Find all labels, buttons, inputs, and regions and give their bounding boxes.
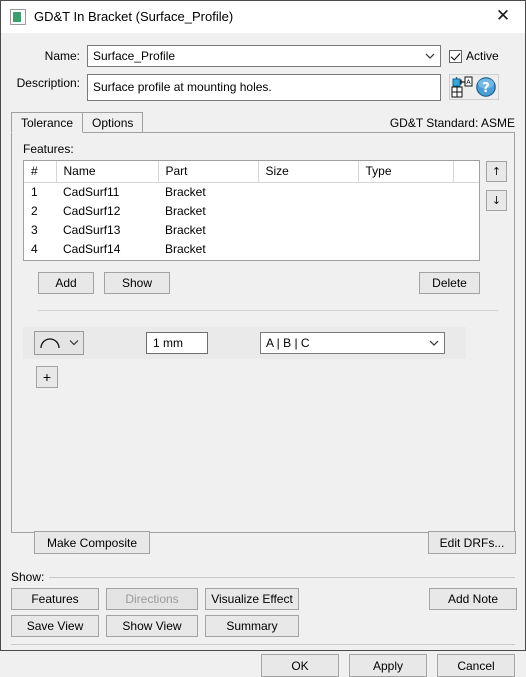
cell-size: [258, 182, 358, 202]
show-features-button[interactable]: Features: [11, 588, 99, 610]
cell-end: [453, 201, 479, 221]
name-combobox[interactable]: Surface_Profile: [87, 45, 441, 67]
cell-end: [453, 239, 479, 259]
description-row: Description: Surface profile at mounting…: [1, 73, 525, 101]
features-table[interactable]: # Name Part Size Type 1 CadSurf11 Bracke…: [23, 160, 480, 261]
cell-part: Bracket: [158, 220, 258, 240]
footer-divider: [11, 644, 515, 645]
cell-part: Bracket: [158, 239, 258, 259]
add-note-button[interactable]: Add Note: [429, 588, 517, 610]
surface-profile-symbol-icon: [39, 336, 61, 350]
table-header-row: # Name Part Size Type: [24, 161, 479, 183]
cell-num: 3: [24, 220, 56, 240]
chevron-down-icon: [69, 336, 79, 350]
cell-part: Bracket: [158, 201, 258, 221]
tab-tolerance[interactable]: Tolerance: [11, 112, 84, 133]
datum-reference-combobox[interactable]: A | B | C: [260, 332, 445, 354]
tolerance-symbol-combobox[interactable]: [34, 331, 84, 355]
gdt-standard-label: GD&T Standard: ASME: [389, 116, 515, 130]
cell-end: [453, 220, 479, 240]
gdt-symbol-picker-icon[interactable]: A: [451, 76, 473, 98]
cell-size: [258, 239, 358, 259]
cell-type: [358, 182, 453, 202]
cell-type: [358, 201, 453, 221]
show-group-buttons: Features Directions Visualize Effect Add…: [11, 588, 517, 644]
cancel-button[interactable]: Cancel: [437, 654, 515, 677]
show-view-button[interactable]: Show View: [106, 615, 198, 637]
cell-type: [358, 239, 453, 259]
column-header-end: [453, 161, 479, 183]
tab-options[interactable]: Options: [82, 112, 144, 133]
cell-size: [258, 220, 358, 240]
datum-reference-value: A | B | C: [266, 336, 310, 350]
window-title: GD&T In Bracket (Surface_Profile): [34, 9, 234, 24]
column-header-type: Type: [358, 161, 454, 183]
gdt-window-icon: [10, 8, 26, 25]
cell-name: CadSurf11: [56, 182, 158, 202]
add-feature-button[interactable]: Add: [38, 272, 94, 294]
features-section-label: Features:: [23, 142, 74, 156]
column-header-part: Part: [158, 161, 259, 183]
cell-end: [453, 182, 479, 202]
add-tolerance-row-button[interactable]: +: [36, 366, 58, 388]
chevron-down-icon: [425, 51, 435, 60]
summary-button[interactable]: Summary: [205, 615, 299, 637]
svg-text:A: A: [466, 78, 471, 86]
table-row[interactable]: 3 CadSurf13 Bracket: [24, 220, 479, 240]
cell-size: [258, 201, 358, 221]
table-row[interactable]: 1 CadSurf11 Bracket: [24, 182, 479, 202]
column-header-num: #: [24, 161, 57, 183]
description-input[interactable]: Surface profile at mounting holes.: [87, 73, 441, 101]
table-row[interactable]: 4 CadSurf14 Bracket: [24, 239, 479, 259]
cell-type: [358, 220, 453, 240]
delete-feature-button[interactable]: Delete: [419, 272, 480, 294]
cell-num: 4: [24, 239, 56, 259]
reorder-buttons: ↑ ↓: [486, 161, 507, 219]
move-up-button[interactable]: ↑: [486, 161, 507, 182]
move-down-button[interactable]: ↓: [486, 190, 507, 211]
table-row[interactable]: 2 CadSurf12 Bracket: [24, 201, 479, 221]
show-group-header: Show:: [11, 570, 515, 584]
show-group-title: Show:: [11, 570, 45, 584]
cell-name: CadSurf14: [56, 239, 158, 259]
show-group-rule: [49, 576, 515, 578]
save-view-button[interactable]: Save View: [11, 615, 99, 637]
visualize-effect-button[interactable]: Visualize Effect: [205, 588, 299, 610]
gdt-dialog-window: GD&T In Bracket (Surface_Profile) ✕ Name…: [0, 0, 526, 677]
cell-name: CadSurf13: [56, 220, 158, 240]
svg-text:?: ?: [482, 81, 490, 96]
tolerance-row: 1 mm A | B | C: [23, 327, 466, 359]
edit-drfs-button[interactable]: Edit DRFs...: [428, 531, 516, 554]
apply-button[interactable]: Apply: [349, 654, 427, 677]
cell-name: CadSurf12: [56, 201, 158, 221]
cell-num: 1: [24, 182, 56, 202]
name-label: Name:: [44, 49, 80, 63]
name-combobox-value: Surface_Profile: [93, 49, 176, 63]
show-feature-button[interactable]: Show: [104, 272, 170, 294]
column-header-name: Name: [56, 161, 159, 183]
close-icon[interactable]: ✕: [481, 2, 525, 32]
tolerance-tab-panel: Features: # Name Part Size Type 1 CadSur…: [11, 132, 516, 554]
chevron-down-icon: [429, 338, 439, 347]
cell-part: Bracket: [158, 182, 258, 202]
tab-strip: Tolerance Options GD&T Standard: ASME: [11, 111, 515, 133]
section-divider: [38, 310, 498, 311]
description-icon-strip: A ?: [449, 74, 499, 100]
show-directions-button: Directions: [106, 588, 198, 610]
active-checkbox[interactable]: [449, 49, 462, 63]
active-checkbox-wrap[interactable]: Active: [449, 49, 499, 63]
cell-num: 2: [24, 201, 56, 221]
dialog-body: Name: Surface_Profile Active Description…: [1, 33, 525, 677]
name-row: Name: Surface_Profile Active: [1, 45, 525, 67]
footer-buttons: OK Apply Cancel: [261, 654, 515, 677]
column-header-size: Size: [258, 161, 359, 183]
active-label: Active: [466, 49, 499, 63]
show-group: Show: Features Directions Visualize Effe…: [11, 570, 517, 644]
help-question-icon[interactable]: ?: [475, 76, 497, 98]
title-bar: GD&T In Bracket (Surface_Profile) ✕: [1, 1, 525, 33]
ok-button[interactable]: OK: [261, 654, 339, 677]
make-composite-button[interactable]: Make Composite: [34, 531, 150, 554]
tolerance-value-input[interactable]: 1 mm: [146, 332, 208, 354]
description-label: Description:: [16, 76, 80, 90]
